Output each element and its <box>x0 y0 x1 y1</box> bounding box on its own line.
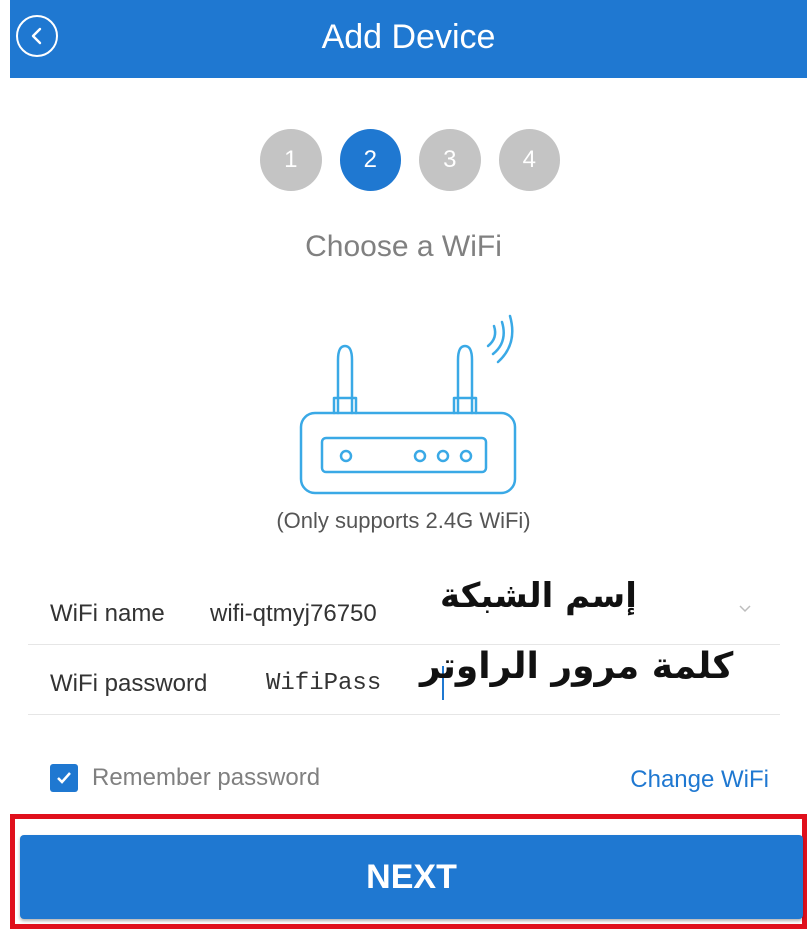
step-1: 1 <box>260 129 322 191</box>
wifi-password-label: WiFi password <box>50 670 208 697</box>
remember-password-option[interactable]: Remember password <box>50 764 320 792</box>
step-3: 3 <box>419 129 481 191</box>
wifi-name-label: WiFi name <box>50 600 165 627</box>
remember-password-checkbox[interactable] <box>50 764 78 792</box>
page-title: Add Device <box>321 18 496 56</box>
network-name-annotation: إسم الشبكة <box>440 576 637 616</box>
wifi-name-value[interactable]: wifi-qtmyj76750 <box>210 600 377 628</box>
remember-password-label: Remember password <box>92 764 321 791</box>
change-wifi-link[interactable]: Change WiFi <box>630 766 769 794</box>
wifi-password-input[interactable]: WifiPass <box>266 670 381 697</box>
router-password-annotation: كلمة مرور الراوتر <box>420 646 734 687</box>
router-icon <box>299 314 517 495</box>
checkmark-icon <box>57 772 71 784</box>
chevron-down-icon[interactable] <box>738 602 752 616</box>
app-header: Add Device <box>10 0 807 78</box>
step-subtitle: Choose a WiFi <box>305 230 502 263</box>
next-button[interactable]: NEXT <box>20 835 803 919</box>
wifi-name-row[interactable]: WiFi name wifi-qtmyj76750 <box>28 580 780 645</box>
step-indicator: 1 2 3 4 <box>260 129 560 191</box>
wifi-support-note: (Only supports 2.4G WiFi) <box>276 508 531 533</box>
step-2: 2 <box>339 129 401 191</box>
step-4: 4 <box>498 129 560 191</box>
